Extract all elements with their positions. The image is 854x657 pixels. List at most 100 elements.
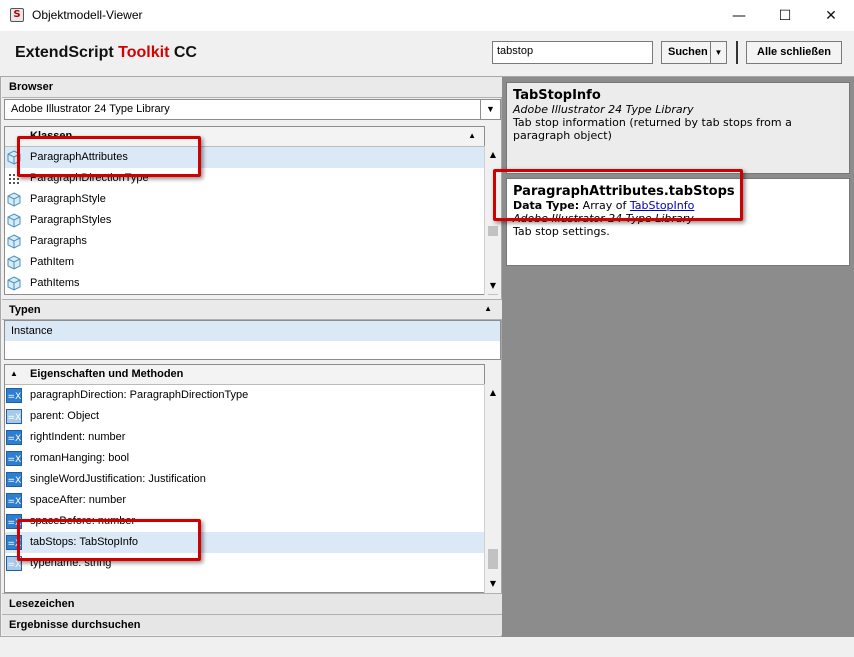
app-icon: S: [10, 8, 24, 22]
members-column-header[interactable]: ▲ Eigenschaften und Methoden: [5, 365, 484, 385]
scroll-down-icon[interactable]: ▼: [485, 577, 501, 591]
bookmarks-section[interactable]: Lesezeichen: [2, 593, 502, 614]
class-icon: [6, 150, 22, 165]
member-list-item[interactable]: =X parent: Object: [5, 406, 484, 427]
browser-section-header[interactable]: Browser: [2, 77, 502, 98]
class-detail-library: Adobe Illustrator 24 Type Library: [513, 103, 694, 116]
scroll-up-icon[interactable]: ▲: [485, 386, 501, 400]
property-icon: =X: [6, 388, 22, 403]
class-list-item[interactable]: ParagraphStyle: [5, 189, 484, 210]
window-titlebar: S Objektmodell-Viewer — ☐ ✕: [0, 0, 854, 31]
members-rows: =X paragraphDirection: ParagraphDirection…: [5, 385, 484, 574]
sort-up-icon[interactable]: ▲: [468, 131, 476, 140]
classes-column-header[interactable]: Klassen ▲: [5, 127, 484, 147]
sort-up-icon[interactable]: ▲: [10, 369, 18, 378]
property-icon: =X: [6, 472, 22, 487]
sort-up-icon[interactable]: ▲: [484, 304, 492, 313]
close-all-button[interactable]: Alle schließen: [746, 41, 842, 64]
scroll-thumb[interactable]: [488, 549, 498, 569]
datatype-link[interactable]: TabStopInfo: [630, 199, 694, 212]
svg-text:=X: =X: [8, 434, 22, 444]
svg-text:=X: =X: [8, 518, 22, 528]
member-list-item-label: parent: Object: [30, 410, 100, 422]
search-input[interactable]: tabstop: [492, 41, 653, 64]
member-datatype-line: Data Type: Array of TabStopInfo: [513, 199, 843, 212]
class-icon: [6, 276, 22, 291]
member-detail-box: ParagraphAttributes.tabStops Data Type: …: [506, 178, 850, 266]
scroll-down-icon[interactable]: ▼: [485, 279, 501, 293]
member-list-item[interactable]: =X spaceAfter: number: [5, 490, 484, 511]
member-list-item-label: spaceBefore: number: [30, 515, 136, 527]
member-list-item[interactable]: =X typename: string: [5, 553, 484, 574]
member-detail-description: Tab stop settings.: [513, 225, 610, 238]
class-list-item[interactable]: ParagraphAttributes: [5, 147, 484, 168]
member-detail-library: Adobe Illustrator 24 Type Library: [513, 212, 694, 225]
search-results-section[interactable]: Ergebnisse durchsuchen: [2, 614, 502, 635]
classes-list: Klassen ▲ ParagraphAttributes ParagraphDi…: [4, 126, 485, 295]
class-list-item[interactable]: ParagraphDirectionType: [5, 168, 484, 189]
svg-text:=X: =X: [8, 455, 22, 465]
class-list-item-label: PathItem: [30, 256, 75, 268]
toolbar-header: ExtendScript Toolkit CC tabstop Suchen ▼…: [0, 31, 854, 76]
class-list-item-label: ParagraphAttributes: [30, 151, 128, 163]
members-scrollbar[interactable]: ▲ ▼: [484, 384, 500, 593]
member-list-item-label: tabStops: TabStopInfo: [30, 536, 139, 548]
minimize-button[interactable]: —: [716, 0, 762, 31]
member-list-item[interactable]: =X rightIndent: number: [5, 427, 484, 448]
types-item-instance[interactable]: Instance: [5, 321, 500, 341]
member-list-item-label: rightIndent: number: [30, 431, 126, 443]
class-list-item[interactable]: ParagraphStyles: [5, 210, 484, 231]
scroll-thumb[interactable]: [488, 226, 498, 236]
member-list-item-label: typename: string: [30, 557, 112, 569]
search-button-label: Suchen: [668, 46, 708, 58]
types-header-label: Typen: [9, 304, 41, 316]
class-icon: [6, 213, 22, 228]
close-button[interactable]: ✕: [808, 0, 854, 31]
scroll-thumb[interactable]: [488, 294, 498, 295]
types-list: Instance: [4, 320, 501, 360]
class-list-item[interactable]: PathItem: [5, 252, 484, 273]
svg-text:=X: =X: [8, 413, 22, 423]
class-list-item-label: ParagraphStyles: [30, 214, 112, 226]
chevron-down-icon[interactable]: ▼: [480, 100, 500, 119]
svg-text:=X: =X: [8, 560, 22, 570]
member-list-item[interactable]: =X spaceBefore: number: [5, 511, 484, 532]
member-list-item[interactable]: =X romanHanging: bool: [5, 448, 484, 469]
library-select[interactable]: Adobe Illustrator 24 Type Library ▼: [4, 99, 501, 120]
datatype-label: Data Type:: [513, 199, 580, 212]
member-list-item-label: paragraphDirection: ParagraphDirectionTy…: [30, 389, 249, 401]
class-list-item[interactable]: Paragraphs: [5, 231, 484, 252]
property-icon: =X: [6, 514, 22, 529]
maximize-button[interactable]: ☐: [762, 0, 808, 31]
class-list-item-label: Paragraphs: [30, 235, 87, 247]
brand-main: ExtendScript: [15, 44, 119, 61]
member-list-item[interactable]: =X paragraphDirection: ParagraphDirection…: [5, 385, 484, 406]
property-readonly-icon: =X: [6, 556, 22, 571]
class-detail-title: TabStopInfo: [513, 88, 601, 103]
scroll-up-icon[interactable]: ▲: [485, 148, 501, 162]
class-list-item-label: PathItems: [30, 277, 80, 289]
svg-text:=X: =X: [8, 476, 22, 486]
class-list-item[interactable]: PathItems: [5, 273, 484, 294]
brand-suffix: CC: [169, 44, 197, 61]
member-detail-title: ParagraphAttributes.tabStops: [513, 184, 735, 199]
class-icon: [6, 255, 22, 270]
property-icon: =X: [6, 451, 22, 466]
types-section-header[interactable]: Typen ▲: [2, 299, 502, 320]
property-icon: =X: [6, 493, 22, 508]
class-list-item-label: ParagraphDirectionType: [30, 172, 149, 184]
svg-text:=X: =X: [8, 392, 22, 402]
classes-rows: ParagraphAttributes ParagraphDirectionTyp…: [5, 147, 484, 294]
classes-scrollbar[interactable]: ▲ ▼: [484, 146, 500, 295]
svg-text:=X: =X: [8, 497, 22, 507]
browser-panel: Browser Adobe Illustrator 24 Type Librar…: [0, 76, 502, 637]
class-icon: [6, 192, 22, 207]
member-list-item[interactable]: =X tabStops: TabStopInfo: [5, 532, 484, 553]
app-brand: ExtendScript Toolkit CC: [15, 44, 197, 62]
search-button[interactable]: Suchen ▼: [661, 41, 727, 64]
detail-panel: TabStopInfo Adobe Illustrator 24 Type Li…: [502, 76, 854, 637]
chevron-down-icon[interactable]: ▼: [710, 42, 726, 63]
members-header-label: Eigenschaften und Methoden: [30, 368, 184, 380]
window-title: Objektmodell-Viewer: [32, 8, 143, 22]
member-list-item[interactable]: =X singleWordJustification: Justification: [5, 469, 484, 490]
